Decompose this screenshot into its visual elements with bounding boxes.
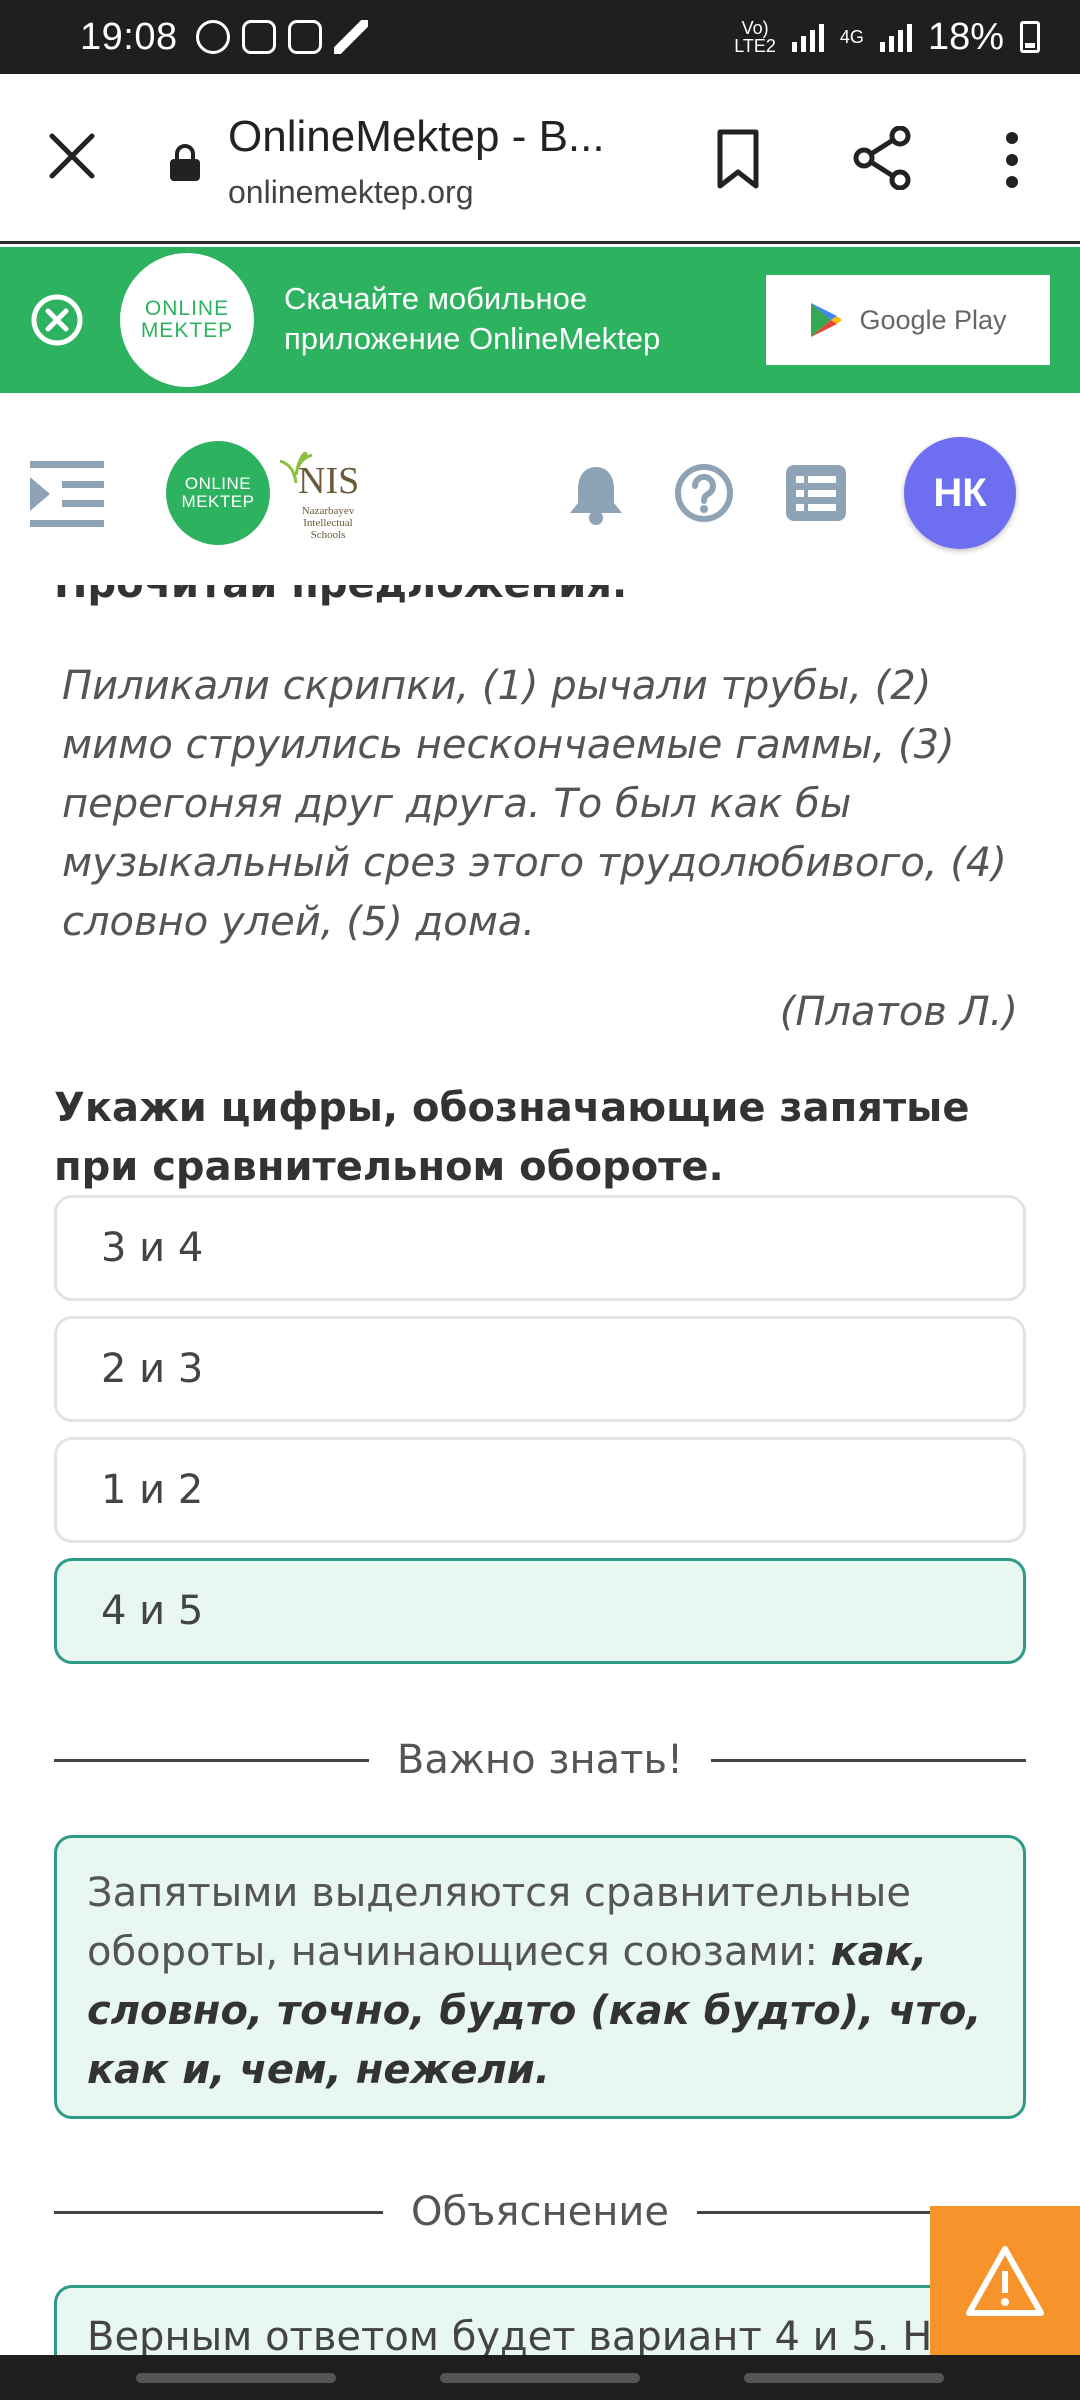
net-type: 4G	[839, 27, 864, 47]
signal-icon	[879, 22, 912, 52]
task-question: Укажи цифры, обозначающие запятые при ср…	[54, 1085, 970, 1190]
answer-option[interactable]: 1 и 2	[54, 1437, 1026, 1543]
explanation-divider: Объяснение	[54, 2187, 1026, 2237]
page-url[interactable]: onlinemektep.org	[228, 174, 473, 211]
browser-toolbar: OnlineMektep - В... onlinemektep.org	[0, 74, 1080, 244]
google-play-button[interactable]: Google Play	[766, 275, 1050, 365]
task-heading: Прочитай предложения.	[54, 585, 627, 607]
list-icon[interactable]	[786, 465, 846, 521]
status-time: 19:08	[80, 15, 178, 58]
instagram-icon	[287, 20, 322, 54]
system-nav-bar	[0, 2355, 1080, 2400]
promo-text: Скачайте мобильное приложение OnlineMekt…	[284, 281, 661, 356]
task-content: Прочитай предложения. Пиликали скрипки, …	[0, 585, 1080, 2355]
telegram-icon	[333, 20, 368, 54]
important-note: Запятыми выделяются сравнительные оборот…	[54, 1835, 1026, 2119]
onlinemektep-logo[interactable]: ONLINE MEKTEP	[166, 441, 270, 545]
google-play-icon	[811, 303, 843, 337]
onlinemektep-logo: ONLINE MEKTEP	[120, 253, 254, 387]
network-indicator: Vo) LTE2	[734, 18, 776, 56]
warning-icon	[966, 2246, 1044, 2316]
more-icon[interactable]	[1000, 130, 1024, 190]
instagram-icon	[241, 20, 276, 54]
explanation-box: Верным ответом будет вариант 4 и 5. На	[54, 2285, 1026, 2355]
notification-icons	[195, 20, 368, 54]
bookmark-icon[interactable]	[716, 128, 760, 190]
signal-icon	[791, 22, 824, 52]
report-problem-button[interactable]	[930, 2206, 1080, 2356]
dismiss-icon[interactable]	[30, 293, 84, 347]
important-divider: Важно знать!	[54, 1735, 1027, 1785]
avatar[interactable]: НК	[904, 437, 1016, 549]
app-promo-banner: ONLINE MEKTEP Скачайте мобильное приложен…	[0, 247, 1080, 393]
lock-icon	[170, 144, 200, 181]
bell-icon[interactable]	[566, 463, 626, 525]
page-title: OnlineMektep - В...	[228, 112, 605, 161]
help-icon[interactable]	[674, 463, 734, 523]
nis-logo: NIS Nazarbayev Intellectual Schools	[276, 445, 372, 545]
nav-home[interactable]	[440, 2373, 640, 2383]
nav-recent[interactable]	[136, 2373, 336, 2383]
share-icon[interactable]	[852, 126, 912, 190]
close-icon[interactable]	[46, 130, 98, 182]
task-passage: Пиликали скрипки, (1) рычали трубы, (2) …	[62, 663, 1007, 945]
battery-icon	[1020, 21, 1040, 53]
answer-option[interactable]: 3 и 4	[54, 1195, 1026, 1301]
passage-author: (Платов Л.)	[779, 989, 1018, 1035]
answer-option-selected[interactable]: 4 и 5	[54, 1558, 1026, 1664]
battery-percent: 18%	[927, 15, 1004, 58]
app-header: ONLINE MEKTEP NIS Nazarbayev Intellectual…	[0, 393, 1080, 585]
whatsapp-icon	[195, 20, 230, 54]
status-bar: 19:08 Vo) LTE2 4G 18%	[0, 0, 1080, 74]
nav-back[interactable]	[744, 2373, 944, 2383]
menu-icon[interactable]	[30, 459, 104, 529]
answer-option[interactable]: 2 и 3	[54, 1316, 1026, 1422]
